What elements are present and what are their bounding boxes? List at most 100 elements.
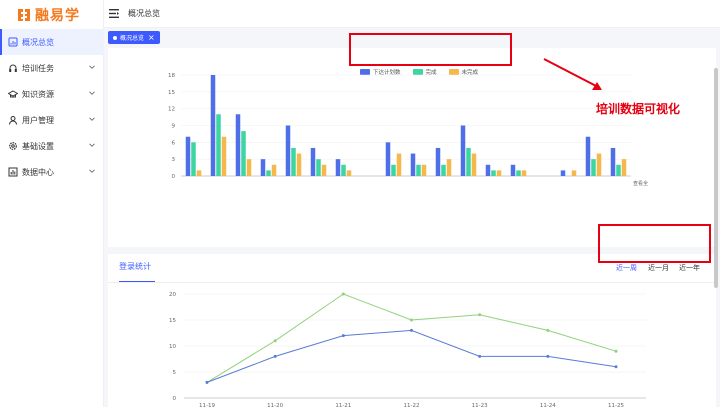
tab-overview[interactable]: 概况总览 × (108, 31, 160, 44)
sidebar-item-label: 培训任务 (22, 63, 54, 73)
sidebar: 融易学 概况总览培训任务知识资源用户管理基础设置数据中心 (0, 0, 104, 407)
bar-done (391, 164, 396, 176)
bar-undone (321, 164, 327, 176)
data-point (478, 313, 482, 317)
menu-toggle-icon[interactable] (109, 9, 119, 18)
annotation-text: 培训数据可视化 (596, 102, 681, 116)
close-icon[interactable]: × (148, 33, 155, 42)
bar-done (416, 164, 421, 176)
chevron-down-icon (89, 65, 95, 69)
data-point (341, 292, 345, 296)
bar-undone (571, 170, 577, 176)
bar-done (341, 164, 346, 176)
y-tick-label: 12 (168, 107, 175, 113)
bar-plan (510, 164, 516, 176)
sidebar-item-3[interactable]: 用户管理 (0, 107, 104, 133)
annotation-arrow-icon (543, 58, 602, 90)
header: 概况总览 (104, 0, 720, 28)
bar-undone (496, 170, 502, 176)
bar-done (291, 147, 296, 176)
data-point (205, 380, 209, 384)
bar-plan (410, 153, 416, 176)
bar-done (266, 170, 271, 176)
y-tick-label: 15 (169, 318, 176, 324)
bar-undone (596, 153, 602, 176)
bar-done (216, 114, 221, 176)
chevron-down-icon (89, 143, 95, 147)
sidebar-item-1[interactable]: 培训任务 (0, 55, 104, 81)
sidebar-item-5[interactable]: 数据中心 (0, 159, 104, 185)
bar-undone (296, 153, 302, 176)
bar-undone (221, 136, 227, 176)
sidebar-item-4[interactable]: 基础设置 (0, 133, 104, 159)
bar-done (491, 170, 496, 176)
data-point (410, 328, 413, 332)
chevron-down-icon (89, 91, 95, 95)
y-tick-label: 20 (169, 292, 176, 298)
bar-plan (210, 75, 216, 176)
x-tick-label: 11-21 (335, 403, 351, 407)
bar-undone (246, 159, 252, 176)
user-icon (9, 116, 17, 125)
main-content: 概况总览 × 下达计划数 完成 未完成 0369121518查看全 (104, 28, 720, 407)
bar-plan (460, 125, 466, 176)
y-tick-label: 0 (173, 396, 177, 402)
training-bar-chart: 0 3 6 9 12 15 18 查看全 (168, 73, 648, 187)
logo[interactable]: 融易学 (16, 6, 80, 24)
range-highlight-box (598, 224, 711, 263)
bar-done (441, 164, 446, 176)
bar-done (516, 170, 521, 176)
data-point (273, 354, 277, 358)
chevron-down-icon (89, 117, 95, 121)
sidebar-item-label: 概况总览 (22, 37, 54, 47)
bar-done (616, 164, 621, 176)
data-point (273, 339, 277, 343)
y-tick-label: 9 (172, 124, 176, 130)
sidebar-item-label: 知识资源 (22, 89, 54, 99)
bar-undone (271, 164, 277, 176)
bar-undone (396, 153, 402, 176)
logo-icon (18, 9, 30, 21)
data-point (478, 354, 482, 358)
bar-done (241, 131, 246, 176)
legend-highlight-box (349, 33, 512, 66)
gear-icon (9, 142, 17, 150)
sidebar-item-label: 数据中心 (22, 167, 54, 177)
bar-plan (310, 147, 316, 176)
y-tick-label: 15 (168, 90, 175, 96)
y-tick-label: 0 (172, 174, 176, 180)
sidebar-item-label: 基础设置 (22, 141, 54, 151)
tab-label: 概况总览 (120, 35, 145, 42)
bar-done (466, 147, 471, 176)
bar-done (316, 159, 321, 176)
scrollbar[interactable] (714, 68, 718, 288)
x-tick-label: 11-25 (608, 403, 624, 407)
sidebar-item-2[interactable]: 知识资源 (0, 81, 104, 107)
bar-plan (435, 147, 441, 176)
data-point (546, 354, 550, 358)
headset-icon (9, 64, 17, 72)
bar-plan (560, 170, 566, 176)
page-title: 概况总览 (128, 9, 160, 18)
y-tick-label: 6 (172, 140, 176, 146)
dashboard-icon (8, 37, 18, 47)
bar-done (591, 159, 596, 176)
corner-label: 查看全 (633, 180, 648, 187)
x-tick-label: 11-23 (472, 403, 488, 407)
x-tick-label: 11-22 (404, 403, 420, 407)
app-root: 融易学 概况总览培训任务知识资源用户管理基础设置数据中心 概况总览 概况总览 ×… (0, 0, 720, 407)
data-point (341, 334, 345, 338)
sidebar-item-0[interactable]: 概况总览 (0, 29, 104, 55)
data-point (614, 365, 618, 369)
bar-undone (521, 170, 527, 176)
y-tick-label: 3 (172, 157, 176, 163)
login-line-chart: 0 5 10 15 20 11-19 11-20 11-21 11-22 11-23 11-24 11… (169, 292, 646, 407)
x-tick-label: 11-24 (540, 403, 556, 407)
bar-chart-icon (8, 167, 18, 177)
active-dot (113, 35, 117, 40)
bar-undone (421, 164, 427, 176)
bar-plan (185, 136, 191, 176)
y-tick-label: 10 (169, 344, 176, 350)
bar-undone (196, 170, 202, 176)
series-line-1 (206, 329, 617, 383)
